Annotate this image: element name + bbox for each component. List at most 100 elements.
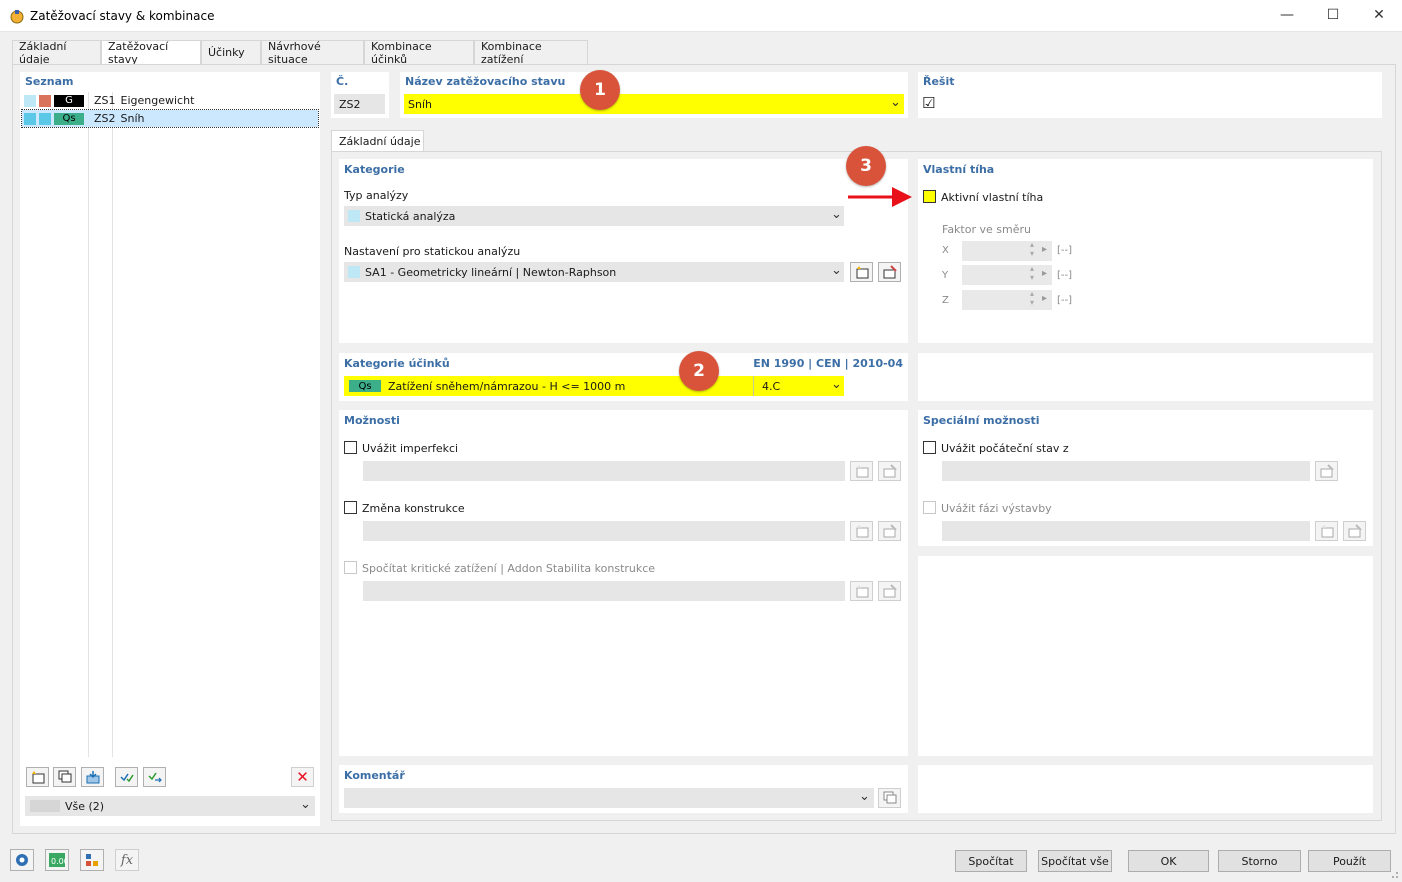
factor-y-input[interactable]: ▴ ▾ ▸ xyxy=(962,264,1052,285)
tab-label: Účinky xyxy=(208,46,245,59)
structure-change-checkbox[interactable] xyxy=(344,501,357,514)
initial-state-checkbox[interactable] xyxy=(923,441,936,454)
action-category-value: Zatížení sněhem/námrazou - H <= 1000 m xyxy=(388,380,626,393)
tab-label: Zatěžovací stavy xyxy=(108,40,169,66)
filter-dropdown[interactable]: Vše (2) ⌄ xyxy=(25,796,315,816)
comment-dropdown[interactable]: ⌄ xyxy=(344,788,874,808)
callout-badge-1: 1 xyxy=(580,70,620,110)
construction-phase-checkbox[interactable] xyxy=(923,501,936,514)
edit-settings-icon[interactable] xyxy=(878,262,901,282)
comment-panel: Komentář ⌄ xyxy=(339,765,908,813)
maximize-button[interactable]: ☐ xyxy=(1310,0,1356,30)
tab-label: Základní údaje xyxy=(19,39,67,66)
edit-initial-state-icon[interactable] xyxy=(1315,461,1338,481)
tab-load-combinations[interactable]: Kombinace zatížení xyxy=(474,39,588,66)
name-dropdown[interactable]: Sníh ⌄ xyxy=(404,94,904,114)
minimize-button[interactable]: — xyxy=(1264,0,1310,30)
factor-x-input[interactable]: ▴ ▾ ▸ xyxy=(962,240,1052,261)
tab-load-cases[interactable]: Zatěžovací stavy xyxy=(101,40,201,66)
critical-load-label: Spočítat kritické zatížení | Addon Stabi… xyxy=(362,562,656,575)
structure-change-field[interactable] xyxy=(363,521,845,541)
list-item[interactable]: G ZS1 Eigengewicht xyxy=(22,92,318,109)
spin-right-icon: ▸ xyxy=(1042,244,1048,255)
subtab-basic-data[interactable]: Základní údaje xyxy=(331,130,424,152)
apply-button[interactable]: Použít xyxy=(1308,850,1391,872)
new-item-icon[interactable] xyxy=(26,767,49,787)
edit-modification-icon[interactable] xyxy=(878,521,901,541)
action-category-dropdown[interactable]: Qs Zatížení sněhem/námrazou - H <= 1000 … xyxy=(344,376,844,396)
filter-value: Vše (2) xyxy=(65,800,105,813)
tab-label: Kombinace zatížení xyxy=(481,39,542,66)
new-settings-icon[interactable] xyxy=(850,262,873,282)
app-icon xyxy=(10,10,24,24)
axis-z-label: Z xyxy=(942,295,949,306)
action-category-panel: Kategorie účinků EN 1990 | CEN | 2010-04… xyxy=(339,353,908,401)
chevron-down-icon: ⌄ xyxy=(859,789,870,804)
number-field[interactable]: ZS2 xyxy=(334,94,385,114)
imperfection-checkbox[interactable] xyxy=(344,441,357,454)
edit-phase-icon[interactable] xyxy=(1343,521,1366,541)
static-settings-dropdown[interactable]: SA1 - Geometricky lineární | Newton-Raph… xyxy=(344,262,844,282)
number-value: ZS2 xyxy=(339,98,361,111)
copy-comment-icon[interactable] xyxy=(878,788,901,808)
calculate-all-button[interactable]: Spočítat vše xyxy=(1038,850,1112,872)
unit-y: [--] xyxy=(1057,270,1073,281)
check-all-icon[interactable] xyxy=(115,767,138,787)
calculate-button[interactable]: Spočítat xyxy=(955,850,1027,872)
initial-state-field[interactable] xyxy=(942,461,1310,481)
color-swatch xyxy=(39,112,51,125)
category-header: Kategorie xyxy=(344,163,405,176)
initial-state-label: Uvážit počáteční stav z xyxy=(941,442,1069,455)
new-modification-icon[interactable] xyxy=(850,521,873,541)
tab-label: Návrhové situace xyxy=(268,39,321,66)
spin-down-icon: ▾ xyxy=(1030,249,1035,258)
new-imperfection-icon[interactable] xyxy=(850,461,873,481)
critical-load-checkbox[interactable] xyxy=(344,561,357,574)
factor-label: Faktor ve směru xyxy=(942,223,1031,236)
item-id: ZS2 xyxy=(94,112,116,125)
comment-header: Komentář xyxy=(344,769,405,782)
construction-phase-field[interactable] xyxy=(942,521,1310,541)
analysis-type-dropdown[interactable]: Statická analýza ⌄ xyxy=(344,206,844,226)
empty-panel xyxy=(918,353,1373,401)
spin-up-icon: ▴ xyxy=(1030,264,1035,273)
copy-item-icon[interactable] xyxy=(53,767,76,787)
tab-actions[interactable]: Účinky xyxy=(201,40,261,64)
resize-grip-icon[interactable] xyxy=(1388,868,1400,880)
analysis-type-label: Typ analýzy xyxy=(344,189,409,202)
chevron-down-icon: ⌄ xyxy=(890,95,901,110)
spin-up-icon: ▴ xyxy=(1030,289,1035,298)
ok-button[interactable]: OK xyxy=(1128,850,1209,872)
tab-basic-data[interactable]: Základní údaje xyxy=(12,39,101,66)
factor-z-input[interactable]: ▴ ▾ ▸ xyxy=(962,289,1052,310)
edit-imperfection-icon[interactable] xyxy=(878,461,901,481)
toggle-check-icon[interactable] xyxy=(143,767,166,787)
self-weight-panel: Vlastní tíha Aktivní vlastní tíha Faktor… xyxy=(918,159,1373,343)
tab-action-combinations[interactable]: Kombinace účinků xyxy=(364,39,474,66)
solve-checkbox[interactable]: ☑ xyxy=(922,96,935,111)
critical-load-field[interactable] xyxy=(363,581,845,601)
active-self-weight-checkbox[interactable] xyxy=(923,190,936,203)
action-tag: G xyxy=(54,94,84,107)
formula-icon[interactable]: fx xyxy=(115,849,139,871)
chevron-down-icon: ⌄ xyxy=(831,207,842,222)
model-info-icon[interactable] xyxy=(80,849,104,871)
axis-y-label: Y xyxy=(942,270,949,281)
list-divider xyxy=(112,92,113,757)
spin-down-icon: ▾ xyxy=(1030,273,1035,282)
cancel-button[interactable]: Storno xyxy=(1218,850,1301,872)
analysis-swatch xyxy=(348,210,360,222)
new-stability-icon[interactable] xyxy=(850,581,873,601)
help-icon[interactable] xyxy=(10,849,34,871)
list-header: Seznam xyxy=(25,75,74,88)
tab-label: Kombinace účinků xyxy=(371,39,432,66)
edit-stability-icon[interactable] xyxy=(878,581,901,601)
close-button[interactable]: ✕ xyxy=(1356,0,1402,30)
imperfection-field[interactable] xyxy=(363,461,845,481)
import-item-icon[interactable] xyxy=(81,767,104,787)
list-item-selected[interactable]: Qs ZS2 Sníh xyxy=(21,109,319,128)
new-phase-icon[interactable] xyxy=(1315,521,1338,541)
units-icon[interactable]: 0.00 xyxy=(45,849,69,871)
delete-icon[interactable]: ✕ xyxy=(291,767,314,787)
tab-design-situations[interactable]: Návrhové situace xyxy=(261,39,364,66)
